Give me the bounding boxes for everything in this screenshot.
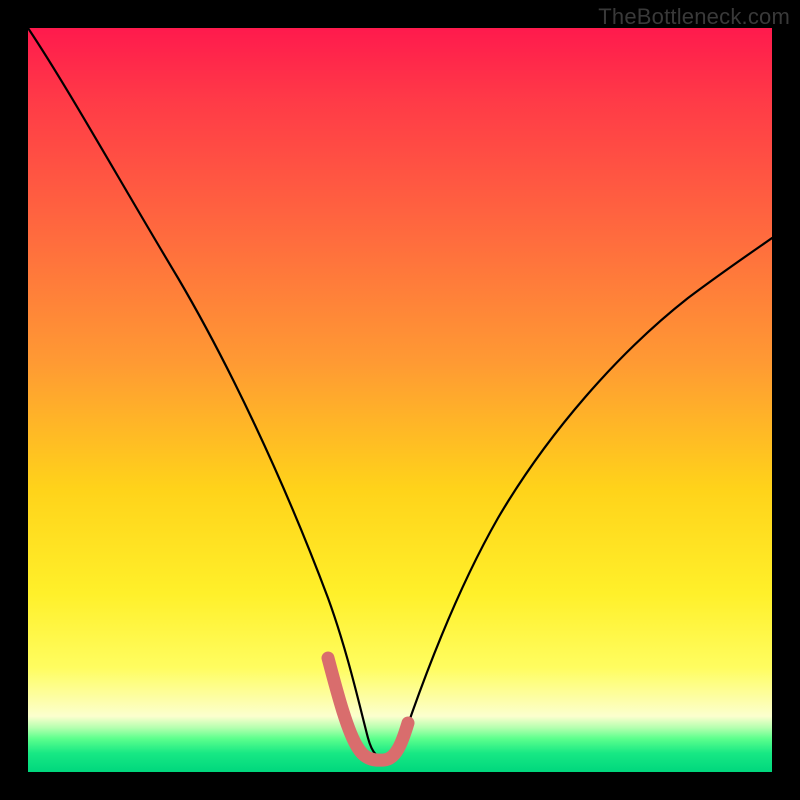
bottleneck-curve: [28, 28, 772, 758]
plot-area: [28, 28, 772, 772]
chart-svg: [28, 28, 772, 772]
highlight-segment: [328, 658, 408, 760]
chart-stage: TheBottleneck.com: [0, 0, 800, 800]
branding-watermark: TheBottleneck.com: [598, 4, 790, 30]
